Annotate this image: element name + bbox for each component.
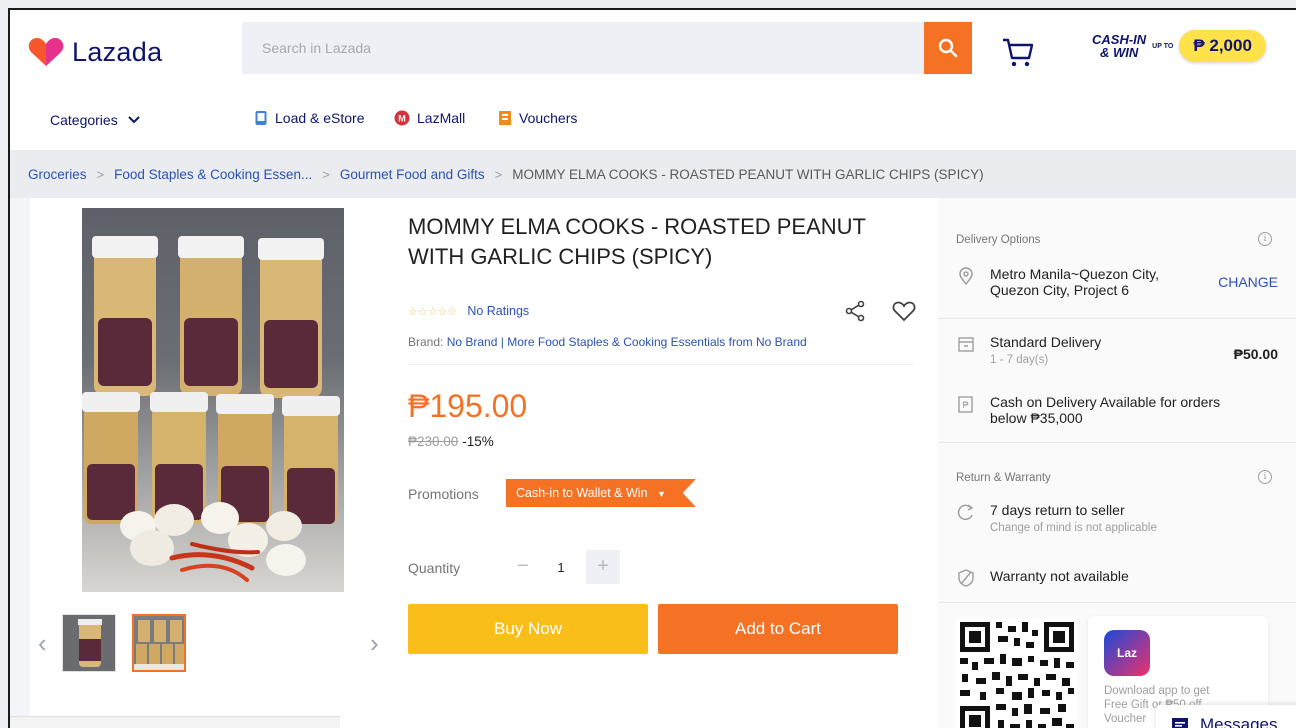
quantity-decrease-button[interactable]: − xyxy=(506,550,540,584)
add-to-cart-button[interactable]: Add to Cart xyxy=(658,604,898,654)
buy-now-button[interactable]: Buy Now xyxy=(408,604,648,654)
standard-delivery-days: 1 - 7 day(s) xyxy=(990,354,1049,366)
svg-text:₱: ₱ xyxy=(962,400,968,410)
breadcrumb-current: MOMMY ELMA COOKS - ROASTED PEANUT WITH G… xyxy=(512,166,984,182)
original-price-row: ₱230.00 -15% xyxy=(408,434,494,449)
top-nav: Categories Load & eStore M LazMall Vouch… xyxy=(10,102,1296,138)
star-rating-icon: ☆☆☆☆☆ xyxy=(408,305,458,318)
nav-load-estore[interactable]: Load & eStore xyxy=(254,110,365,126)
caret-down-icon: ▼ xyxy=(657,489,666,499)
delivery-fee: ₱50.00 xyxy=(1233,346,1278,362)
quantity-input[interactable] xyxy=(548,554,574,580)
price: ₱195.00 xyxy=(408,388,528,424)
delivery-options-heading: Delivery Options xyxy=(956,234,1041,246)
phone-icon xyxy=(255,111,267,125)
chevron-down-icon xyxy=(127,116,140,124)
messages-label: Messages xyxy=(1200,715,1278,728)
chevron-right-icon[interactable]: › xyxy=(370,628,379,659)
promotions-label: Promotions xyxy=(408,486,479,502)
search-bar xyxy=(242,22,972,74)
cash-on-delivery: ₱ Cash on Delivery Available for orders … xyxy=(956,394,1250,426)
discount-percent: -15% xyxy=(462,434,494,449)
promotion-tag[interactable]: Cash-in to Wallet & Win ▼ xyxy=(506,479,696,507)
chat-icon xyxy=(1172,718,1188,728)
lazada-heart-icon xyxy=(28,38,64,66)
search-icon xyxy=(938,38,958,58)
standard-delivery-title: Standard Delivery xyxy=(990,334,1102,350)
warranty-status: Warranty not available xyxy=(956,568,1129,588)
svg-text:M: M xyxy=(398,114,406,124)
return-sub: Change of mind is not applicable xyxy=(990,522,1157,534)
chevron-left-icon[interactable]: ‹ xyxy=(38,628,47,659)
divider xyxy=(938,602,1296,603)
search-button[interactable] xyxy=(924,22,972,74)
nav-lazmall[interactable]: M LazMall xyxy=(394,110,465,126)
ratings-link[interactable]: No Ratings xyxy=(467,304,529,318)
thumbnail-image xyxy=(134,616,184,670)
lazmall-icon: M xyxy=(394,110,410,126)
status-strip xyxy=(10,716,340,728)
voucher-icon xyxy=(499,111,511,125)
return-warranty-heading: Return & Warranty xyxy=(956,472,1051,484)
cashin-win-banner[interactable]: CASH-IN & WIN UP TO ₱ 2,000 xyxy=(1092,30,1266,62)
original-price: ₱230.00 xyxy=(408,434,459,449)
location-pin-icon xyxy=(959,267,973,286)
header: Lazada CASH-IN & WIN UP TO ₱ 2,000 xyxy=(10,10,1296,150)
lazada-logo[interactable]: Lazada xyxy=(28,36,162,68)
categories-dropdown[interactable]: Categories xyxy=(50,112,140,128)
cashin-amount: ₱ 2,000 xyxy=(1179,30,1266,62)
chevron-right-icon: > xyxy=(494,166,503,182)
logo-text: Lazada xyxy=(72,36,163,67)
delivery-box-icon xyxy=(958,337,974,352)
search-input[interactable] xyxy=(242,22,924,74)
thumbnail-2[interactable] xyxy=(132,614,186,672)
shield-icon xyxy=(958,569,974,587)
thumbnail-1[interactable] xyxy=(62,614,116,672)
rating-row: ☆☆☆☆☆ No Ratings xyxy=(408,304,529,318)
cart-icon[interactable] xyxy=(1000,34,1036,70)
cash-icon: ₱ xyxy=(958,396,973,413)
wishlist-heart-icon[interactable] xyxy=(892,300,916,322)
breadcrumb-groceries[interactable]: Groceries xyxy=(28,167,87,182)
breadcrumb-gourmet-food[interactable]: Gourmet Food and Gifts xyxy=(340,167,485,182)
cashin-label: CASH-IN & WIN xyxy=(1092,32,1147,60)
product-main-image[interactable] xyxy=(82,208,344,592)
product-title: MOMMY ELMA COOKS - ROASTED PEANUT WITH G… xyxy=(408,214,866,269)
cashin-upto: UP TO xyxy=(1152,42,1174,50)
qr-code-icon[interactable] xyxy=(956,618,1078,728)
share-icon[interactable] xyxy=(844,300,866,322)
more-from-brand-link[interactable]: | More Food Staples & Cooking Essentials… xyxy=(501,335,807,349)
breadcrumb: Groceries > Food Staples & Cooking Essen… xyxy=(10,150,1296,198)
product-panel: ‹ › MOMMY ELMA COOKS - ROASTED PEANUT WI… xyxy=(30,198,938,728)
chevron-right-icon: > xyxy=(96,166,105,182)
divider xyxy=(938,318,1296,319)
lazada-app-icon: Laz xyxy=(1104,630,1150,676)
return-icon xyxy=(957,504,974,521)
brand-link[interactable]: No Brand xyxy=(447,335,498,349)
divider xyxy=(938,442,1296,443)
delivery-sidebar: Delivery Options i Metro Manila~Quezon C… xyxy=(938,198,1296,728)
quantity-label: Quantity xyxy=(408,560,461,576)
return-title: 7 days return to seller xyxy=(990,502,1125,518)
cod-text: Cash on Delivery Available for orders be… xyxy=(990,394,1221,426)
info-icon[interactable]: i xyxy=(1258,232,1272,246)
chevron-right-icon: > xyxy=(322,166,330,182)
delivery-location-text: Metro Manila~Quezon City, Quezon City, P… xyxy=(990,266,1159,298)
breadcrumb-food-staples[interactable]: Food Staples & Cooking Essen... xyxy=(114,167,312,182)
thumbnail-strip: ‹ › xyxy=(30,606,390,686)
quantity-increase-button[interactable]: + xyxy=(586,550,620,584)
thumbnail-image xyxy=(63,615,115,671)
info-icon[interactable]: i xyxy=(1258,470,1272,484)
delivery-location: Metro Manila~Quezon City, Quezon City, P… xyxy=(956,266,1180,298)
return-policy: 7 days return to seller Change of mind i… xyxy=(956,502,1157,534)
browser-frame: Lazada CASH-IN & WIN UP TO ₱ 2,000 xyxy=(8,8,1296,728)
nav-vouchers[interactable]: Vouchers xyxy=(498,110,577,126)
warranty-text: Warranty not available xyxy=(990,568,1129,584)
categories-label: Categories xyxy=(50,112,118,128)
product-photo xyxy=(82,236,340,582)
standard-delivery: Standard Delivery 1 - 7 day(s) xyxy=(956,334,1101,366)
divider xyxy=(408,364,914,365)
brand-row: Brand: No Brand | More Food Staples & Co… xyxy=(408,335,807,349)
change-location-link[interactable]: CHANGE xyxy=(1218,274,1278,290)
